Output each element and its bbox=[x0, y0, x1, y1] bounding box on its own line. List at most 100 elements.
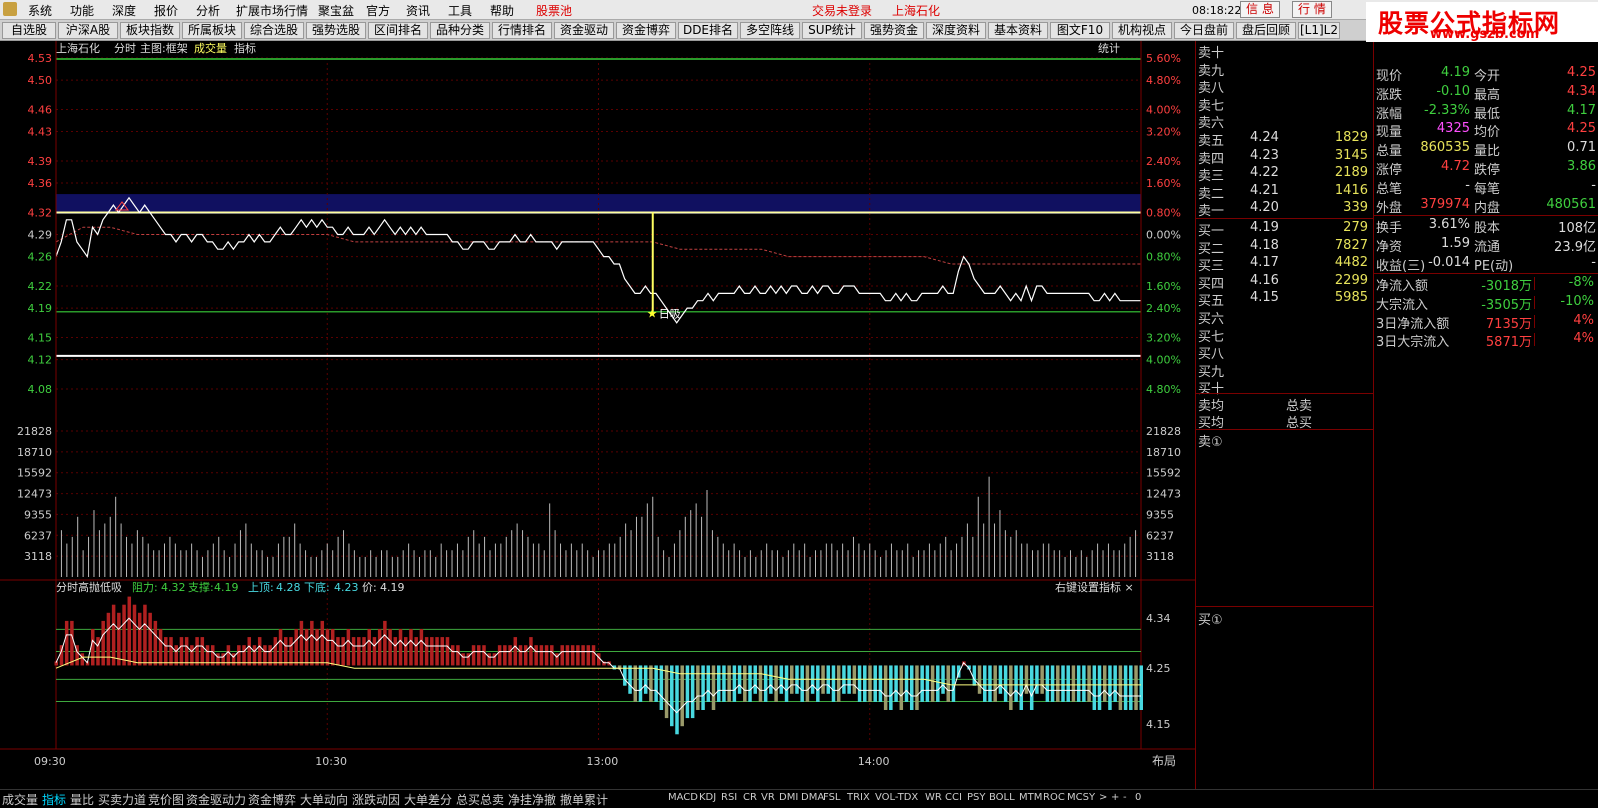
tab-15[interactable]: 深度资料 bbox=[926, 22, 986, 39]
tab-1[interactable]: 沪深A股 bbox=[58, 22, 118, 39]
bottom-tab-0[interactable]: 成交量 bbox=[2, 791, 38, 808]
indicator-tab-12[interactable]: PSY bbox=[967, 792, 986, 803]
menu-extended-market[interactable]: 扩展市场行情 bbox=[236, 2, 308, 19]
tab-6[interactable]: 区间排名 bbox=[368, 22, 428, 39]
menu-function[interactable]: 功能 bbox=[70, 2, 94, 19]
indicator-bar bbox=[362, 637, 366, 666]
menu-tools[interactable]: 工具 bbox=[448, 2, 472, 19]
tab-20[interactable]: 盘后回顾 bbox=[1236, 22, 1296, 39]
indicator-bar bbox=[831, 665, 836, 702]
quote-divider bbox=[1374, 273, 1598, 274]
quote-label: 涨幅 bbox=[1376, 106, 1403, 122]
indicator-tab-6[interactable]: DMA bbox=[801, 792, 824, 803]
chart-area[interactable]: 4.53 5.60% 4.50 4.80% 4.46 4.00% 4.43 3.20% 4.39… bbox=[0, 41, 1195, 789]
orderbook-divider bbox=[1196, 429, 1374, 430]
bottom-tab-12[interactable]: 撤单累计 bbox=[560, 791, 608, 808]
bottom-tab-10[interactable]: 总买总卖 bbox=[456, 791, 504, 808]
tab-7[interactable]: 品种分类 bbox=[430, 22, 490, 39]
indicator-bar bbox=[1139, 665, 1143, 710]
indicator-tab-2[interactable]: RSI bbox=[721, 792, 737, 803]
tab-0[interactable]: 自选股 bbox=[2, 22, 56, 39]
bottom-tab-7[interactable]: 大单动向 bbox=[300, 791, 348, 808]
tab-9[interactable]: 资金驱动 bbox=[554, 22, 614, 39]
bottom-tab-9[interactable]: 大单差分 bbox=[404, 791, 452, 808]
indicator-bar bbox=[565, 645, 570, 666]
menu-quote[interactable]: 报价 bbox=[154, 2, 178, 19]
indicator-bar bbox=[372, 637, 377, 666]
indicator-tab-10[interactable]: WR bbox=[925, 792, 942, 803]
indicator-tab-5[interactable]: DMI bbox=[779, 792, 798, 803]
tab-12[interactable]: 多空阵线 bbox=[740, 22, 800, 39]
indicator-tab-20[interactable]: 0 bbox=[1135, 792, 1141, 803]
quote-button[interactable]: 行 情 bbox=[1292, 1, 1332, 18]
header-indicator[interactable]: 指标 bbox=[234, 41, 256, 55]
bottom-tab-8[interactable]: 涨跌动因 bbox=[352, 791, 400, 808]
indicator-bar bbox=[899, 665, 904, 710]
header-volume[interactable]: 成交量 bbox=[194, 41, 227, 55]
indicator-tab-8[interactable]: TRIX bbox=[847, 792, 870, 803]
bottom-tab-6[interactable]: 资金博弈 bbox=[248, 791, 296, 808]
tab-19[interactable]: 今日盘前 bbox=[1174, 22, 1234, 39]
indicator-tab-15[interactable]: ROC bbox=[1043, 792, 1065, 803]
indicator-bar bbox=[91, 628, 95, 666]
tab-17[interactable]: 图文F10 bbox=[1050, 22, 1110, 39]
indicator-tab-9[interactable]: VOL-TDX bbox=[875, 792, 918, 803]
bottom-tab-11[interactable]: 净挂净撤 bbox=[508, 791, 556, 808]
indicator-tab-4[interactable]: VR bbox=[761, 792, 775, 803]
menu-system[interactable]: 系统 bbox=[28, 2, 52, 19]
indicator-tab-11[interactable]: CCI bbox=[945, 792, 962, 803]
info-button[interactable]: 信 息 bbox=[1240, 1, 1280, 18]
header-main[interactable]: 主图:框架 bbox=[140, 42, 188, 55]
orderbook-divider bbox=[1196, 393, 1374, 394]
menu-news[interactable]: 资讯 bbox=[406, 2, 430, 19]
tab-18[interactable]: 机构视点 bbox=[1112, 22, 1172, 39]
bottom-tab-3[interactable]: 买卖力道 bbox=[98, 791, 146, 808]
tab-13[interactable]: SUP统计 bbox=[802, 22, 862, 39]
layout-button[interactable]: 布局 bbox=[1152, 754, 1176, 768]
tab-2[interactable]: 板块指数 bbox=[120, 22, 180, 39]
indicator-tab-19[interactable]: - bbox=[1123, 792, 1127, 803]
indicator-tab-1[interactable]: KDJ bbox=[699, 792, 716, 803]
menu-jubaopen[interactable]: 聚宝盆 bbox=[318, 2, 354, 19]
bottom-tab-4[interactable]: 竞价图 bbox=[148, 791, 184, 808]
indicator-bar bbox=[737, 665, 742, 694]
tab-16[interactable]: 基本资料 bbox=[988, 22, 1048, 39]
tab-11[interactable]: DDE排名 bbox=[678, 22, 738, 39]
bottom-tab-2[interactable]: 量比 bbox=[70, 791, 94, 808]
indicator-bar bbox=[398, 628, 403, 666]
bottom-tab-1[interactable]: 指标 bbox=[42, 791, 66, 808]
tab-8[interactable]: 行情排名 bbox=[492, 22, 552, 39]
indicator-tab-13[interactable]: BOLL bbox=[989, 792, 1015, 803]
indicator-tab-7[interactable]: FSL bbox=[823, 792, 841, 803]
tab-3[interactable]: 所属板块 bbox=[182, 22, 242, 39]
menu-analysis[interactable]: 分析 bbox=[196, 2, 220, 19]
stat-button[interactable]: 统计 bbox=[1098, 42, 1120, 55]
indicator-tab-18[interactable]: + bbox=[1111, 792, 1119, 803]
pct-tick-label: 0.80% bbox=[1146, 206, 1181, 219]
menu-official[interactable]: 官方 bbox=[366, 2, 390, 19]
flow-separator bbox=[1534, 277, 1535, 290]
indicator-bar bbox=[534, 645, 538, 666]
menu-help[interactable]: 帮助 bbox=[490, 2, 514, 19]
indicator-setting[interactable]: 右键设置指标 × bbox=[1055, 580, 1134, 594]
tab-5[interactable]: 强势选股 bbox=[306, 22, 366, 39]
tab-10[interactable]: 资金博弈 bbox=[616, 22, 676, 39]
quote-value: 1.59 bbox=[1441, 235, 1470, 251]
menu-stock-pool[interactable]: 股票池 bbox=[536, 2, 572, 19]
time-tick-label: 10:30 bbox=[315, 755, 347, 768]
indicator-tab-14[interactable]: MTM bbox=[1019, 792, 1042, 803]
menu-depth[interactable]: 深度 bbox=[112, 2, 136, 19]
bottom-tab-5[interactable]: 资金驱动力 bbox=[186, 791, 246, 808]
indicator-tab-16[interactable]: MCSY bbox=[1067, 792, 1095, 803]
tab-14[interactable]: 强势资金 bbox=[864, 22, 924, 39]
indicator-tab-0[interactable]: MACD bbox=[668, 792, 698, 803]
tab-4[interactable]: 综合选股 bbox=[244, 22, 304, 39]
indicator-bar bbox=[889, 665, 893, 710]
indicator-tab-17[interactable]: > bbox=[1099, 792, 1107, 803]
indicator-bar bbox=[1050, 665, 1055, 702]
header-mode[interactable]: 分时 bbox=[114, 42, 136, 55]
header-stock-name[interactable]: 上海石化 bbox=[56, 41, 100, 55]
indicator-tab-3[interactable]: CR bbox=[743, 792, 757, 803]
indicator-bar bbox=[581, 645, 585, 666]
tab-21[interactable]: [L1]L2 bbox=[1298, 22, 1340, 39]
